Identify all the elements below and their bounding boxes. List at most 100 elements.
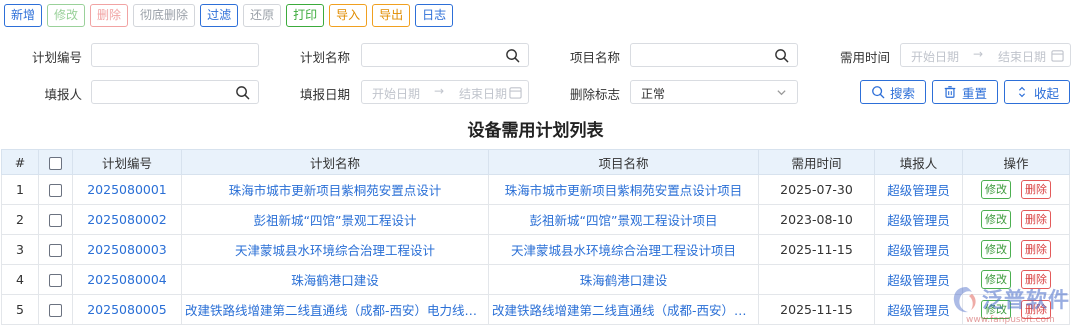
column-header-plan-no[interactable]: 计划编号 (72, 149, 182, 175)
filler-link[interactable]: 超级管理员 (874, 204, 963, 235)
delete-flag-value: 正常 (641, 87, 666, 101)
plan-no-link[interactable]: 2025080001 (72, 174, 182, 205)
row-checkbox-cell (38, 264, 73, 295)
search-button[interactable]: 搜索 (860, 80, 926, 104)
search-icon[interactable] (235, 85, 250, 100)
plan-name-label: 计划名称 (299, 50, 350, 65)
demand-time-range[interactable]: 开始日期 → 结束日期 (900, 43, 1071, 67)
filler-link[interactable]: 超级管理员 (874, 264, 963, 295)
demand-time-cell: 2023-08-10 (758, 204, 875, 235)
row-edit-button[interactable]: 修改 (981, 270, 1011, 289)
search-icon (872, 86, 885, 99)
row-checkbox[interactable] (49, 214, 62, 227)
row-edit-button[interactable]: 修改 (981, 240, 1011, 259)
row-edit-button[interactable]: 修改 (981, 300, 1011, 319)
date-start-placeholder: 开始日期 (911, 50, 960, 64)
project-name-link[interactable]: 彭祖新城“四馆”景观工程设计项目 (488, 204, 759, 235)
table-row[interactable]: 1 2025080001 珠海市城市更新项目紫桐苑安置点设计 珠海市城市更新项目紫桐苑… (1, 174, 1070, 205)
plan-name-link[interactable]: 彭祖新城“四馆”景观工程设计 (181, 204, 489, 235)
filler-link[interactable]: 超级管理员 (874, 174, 963, 205)
row-checkbox[interactable] (49, 304, 62, 317)
table-row[interactable]: 4 2025080004 珠海鹤港口建设 珠海鹤港口建设 超级管理员 修改 删除 (1, 264, 1070, 295)
row-delete-button[interactable]: 删除 (1021, 300, 1051, 319)
plan-name-link[interactable]: 天津蒙城县水环境综合治理工程设计 (181, 234, 489, 265)
row-index: 4 (1, 264, 39, 295)
delete-flag-label: 删除标志 (569, 87, 620, 102)
table-row[interactable]: 3 2025080003 天津蒙城县水环境综合治理工程设计 天津蒙城县水环境综合治理工… (1, 234, 1070, 265)
table-row[interactable]: 2 2025080002 彭祖新城“四馆”景观工程设计 彭祖新城“四馆”景观工程设计项… (1, 204, 1070, 235)
calendar-icon (1051, 50, 1064, 62)
column-header-filler[interactable]: 填报人 (874, 149, 963, 175)
row-edit-button[interactable]: 修改 (981, 210, 1011, 229)
row-checkbox[interactable] (49, 244, 62, 257)
column-header-ops: 操作 (962, 149, 1070, 175)
row-checkbox[interactable] (49, 274, 62, 287)
row-index: 5 (1, 294, 39, 325)
plan-no-link[interactable]: 2025080005 (72, 294, 182, 325)
filler-link[interactable]: 超级管理员 (874, 294, 963, 325)
edit-button[interactable]: 修改 (47, 4, 86, 27)
fill-date-range[interactable]: 开始日期 → 结束日期 (361, 80, 529, 104)
delete-flag-select[interactable]: 正常 (630, 80, 798, 104)
fill-date-label: 填报日期 (299, 87, 350, 102)
toolbar: 新增 修改 删除 彻底删除 过滤 还原 打印 导入 导出 日志 (4, 4, 454, 28)
import-button[interactable]: 导入 (329, 4, 368, 27)
row-delete-button[interactable]: 删除 (1021, 270, 1051, 289)
project-name-link[interactable]: 天津蒙城县水环境综合治理工程设计项目 (488, 234, 759, 265)
row-edit-button[interactable]: 修改 (981, 180, 1011, 199)
plan-name-link[interactable]: 珠海鹤港口建设 (181, 264, 489, 295)
collapse-button-label: 收起 (1033, 85, 1059, 101)
filler-link[interactable]: 超级管理员 (874, 234, 963, 265)
plan-name-link[interactable]: 改建铁路线增建第二线直通线（成都-西安）电力线路迁改工程 (181, 294, 489, 325)
ops-cell: 修改 删除 (962, 234, 1070, 265)
project-name-link[interactable]: 改建铁路线增建第二线直通线（成都-西安）电力线路迁改工程项目 (488, 294, 759, 325)
project-name-link[interactable]: 珠海市城市更新项目紫桐苑安置点设计项目 (488, 174, 759, 205)
plan-no-link[interactable]: 2025080004 (72, 264, 182, 295)
search-icon[interactable] (774, 48, 789, 63)
row-checkbox-cell (38, 294, 73, 325)
ops-cell: 修改 删除 (962, 294, 1070, 325)
purge-button[interactable]: 彻底删除 (133, 4, 196, 27)
column-header-plan-name[interactable]: 计划名称 (181, 149, 489, 175)
row-delete-button[interactable]: 删除 (1021, 210, 1051, 229)
date-end-placeholder: 结束日期 (998, 50, 1047, 64)
delete-button[interactable]: 删除 (90, 4, 129, 27)
search-icon[interactable] (505, 48, 520, 63)
page-title: 设备需用计划列表 (467, 121, 604, 141)
project-name-link[interactable]: 珠海鹤港口建设 (488, 264, 759, 295)
plan-no-link[interactable]: 2025080002 (72, 204, 182, 235)
collapse-button[interactable]: 收起 (1004, 80, 1070, 104)
column-header-project-name[interactable]: 项目名称 (488, 149, 759, 175)
row-delete-button[interactable]: 删除 (1021, 180, 1051, 199)
plan-no-link[interactable]: 2025080003 (72, 234, 182, 265)
row-delete-button[interactable]: 删除 (1021, 240, 1051, 259)
row-checkbox[interactable] (49, 184, 62, 197)
row-index: 2 (1, 204, 39, 235)
add-button[interactable]: 新增 (4, 4, 43, 27)
filter-button[interactable]: 过滤 (200, 4, 239, 27)
table-row[interactable]: 5 2025080005改建铁路线增建第二线直通线（成都-西安）电力线路迁改工程改… (1, 294, 1070, 325)
print-button[interactable]: 打印 (286, 4, 325, 27)
export-button[interactable]: 导出 (372, 4, 411, 27)
row-checkbox-cell (38, 174, 73, 205)
calendar-icon (509, 87, 522, 99)
project-name-input[interactable] (630, 43, 798, 67)
project-name-label: 项目名称 (569, 50, 620, 65)
row-checkbox-cell (38, 234, 73, 265)
column-header-demand-time[interactable]: 需用时间 (758, 149, 875, 175)
reset-button[interactable]: 重置 (932, 80, 998, 104)
select-all-checkbox[interactable] (49, 156, 62, 170)
restore-button[interactable]: 还原 (243, 4, 282, 27)
plan-no-input[interactable] (91, 43, 259, 67)
demand-time-label: 需用时间 (839, 50, 890, 65)
ops-cell: 修改 删除 (962, 264, 1070, 295)
date-end-placeholder: 结束日期 (459, 87, 508, 101)
filler-input[interactable] (91, 80, 259, 104)
row-checkbox-cell (38, 204, 73, 235)
trash-icon (944, 86, 956, 98)
ops-cell: 修改 删除 (962, 204, 1070, 235)
demand-time-cell: 2025-07-30 (758, 174, 875, 205)
log-button[interactable]: 日志 (415, 4, 454, 27)
plan-name-link[interactable]: 珠海市城市更新项目紫桐苑安置点设计 (181, 174, 489, 205)
plan-name-input[interactable] (361, 43, 529, 67)
